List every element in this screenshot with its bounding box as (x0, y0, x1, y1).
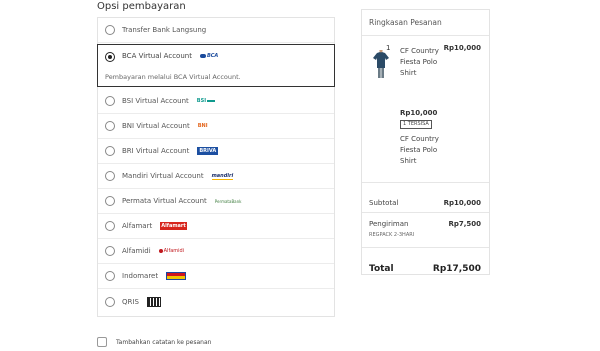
subtotal-label: Subtotal (369, 199, 399, 207)
order-note-checkbox[interactable] (97, 337, 107, 347)
order-summary-title: Ringkasan Pesanan (369, 18, 442, 27)
option-label: BNI Virtual Account (122, 122, 190, 130)
payment-options-heading: Opsi pembayaran (97, 1, 186, 12)
order-note-toggle[interactable]: Tambahkan catatan ke pesanan (97, 337, 211, 347)
option-label: Transfer Bank Langsung (122, 26, 207, 34)
option-label: BSI Virtual Account (122, 97, 189, 105)
option-label: BCA Virtual Account (122, 52, 192, 60)
radio-qris[interactable] (105, 296, 115, 307)
option-label: Alfamidi (122, 247, 151, 255)
radio-permata-va[interactable] (105, 196, 115, 206)
radio-bri-va[interactable] (105, 146, 115, 156)
bca-logo-icon: BCA (200, 52, 218, 60)
shipping-label: Pengiriman (369, 220, 409, 228)
alfamidi-logo-icon: Alfamidi (159, 247, 184, 255)
option-label: QRIS (122, 297, 139, 306)
total-value: Rp17,500 (432, 264, 481, 274)
divider (362, 247, 489, 248)
bsi-logo-icon: BSI (197, 97, 215, 105)
stock-badge: 1 TERSISA (400, 120, 432, 129)
shipping-service: REGPACK 2-3HARI (369, 232, 415, 238)
item-unit-price: Rp10,000 (400, 109, 438, 117)
payment-option-bri-va[interactable]: BRI Virtual Account BRIVA (98, 139, 334, 164)
divider (362, 182, 489, 183)
item-price: Rp10,000 (443, 44, 481, 52)
payment-option-bank-transfer[interactable]: Transfer Bank Langsung (98, 18, 334, 43)
order-summary-panel: Ringkasan Pesanan 1 CF Country Fiesta Po… (361, 9, 490, 275)
payment-option-permata-va[interactable]: Permata Virtual Account PermataBank (98, 189, 334, 214)
polo-shirt-icon (373, 49, 389, 78)
radio-indomaret[interactable] (105, 271, 115, 281)
payment-option-bca-va[interactable]: BCA Virtual Account BCA Pembayaran melal… (97, 44, 335, 87)
radio-bank-transfer[interactable] (105, 25, 115, 35)
payment-options-list: Transfer Bank Langsung BCA Virtual Accou… (97, 17, 335, 317)
payment-option-alfamart[interactable]: Alfamart Alfamart (98, 214, 334, 239)
item-variant: CF Country Fiesta Polo Shirt (400, 135, 439, 165)
payment-option-mandiri-va[interactable]: Mandiri Virtual Account mandiri (98, 164, 334, 189)
radio-alfamart[interactable] (105, 221, 115, 231)
subtotal-value: Rp10,000 (443, 199, 481, 207)
divider (362, 212, 489, 213)
payment-option-alfamidi[interactable]: Alfamidi Alfamidi (98, 239, 334, 264)
order-note-label: Tambahkan catatan ke pesanan (116, 338, 212, 346)
radio-bca-va[interactable] (105, 52, 115, 62)
indomaret-logo-icon (166, 272, 187, 280)
item-name: CF Country Fiesta Polo Shirt (400, 47, 439, 77)
total-label: Total (369, 264, 394, 274)
payment-option-bni-va[interactable]: BNI Virtual Account BNI (98, 114, 334, 139)
option-description: Pembayaran melalui BCA Virtual Account. (105, 73, 241, 81)
alfamart-logo-icon: Alfamart (160, 222, 187, 230)
divider (362, 35, 489, 36)
payment-option-qris[interactable]: QRIS (98, 289, 334, 314)
payment-option-indomaret[interactable]: Indomaret (98, 264, 334, 289)
option-label: Mandiri Virtual Account (122, 172, 204, 180)
payment-option-bsi-va[interactable]: BSI Virtual Account BSI (98, 89, 334, 114)
radio-bni-va[interactable] (105, 121, 115, 131)
mandiri-logo-icon: mandiri (211, 172, 234, 180)
radio-mandiri-va[interactable] (105, 171, 115, 181)
bni-logo-icon: BNI (197, 123, 208, 129)
qris-logo-icon (146, 296, 161, 307)
option-label: BRI Virtual Account (122, 147, 190, 155)
item-quantity: 1 (386, 44, 391, 52)
radio-bsi-va[interactable] (105, 96, 115, 106)
product-thumbnail (372, 49, 390, 80)
option-label: Alfamart (122, 222, 153, 230)
briva-logo-icon: BRIVA (197, 147, 219, 155)
option-label: Indomaret (122, 272, 159, 280)
radio-alfamidi[interactable] (105, 246, 115, 256)
shipping-value: Rp7,500 (448, 220, 481, 228)
option-label: Permata Virtual Account (122, 197, 207, 205)
permata-logo-icon: PermataBank (214, 198, 242, 204)
